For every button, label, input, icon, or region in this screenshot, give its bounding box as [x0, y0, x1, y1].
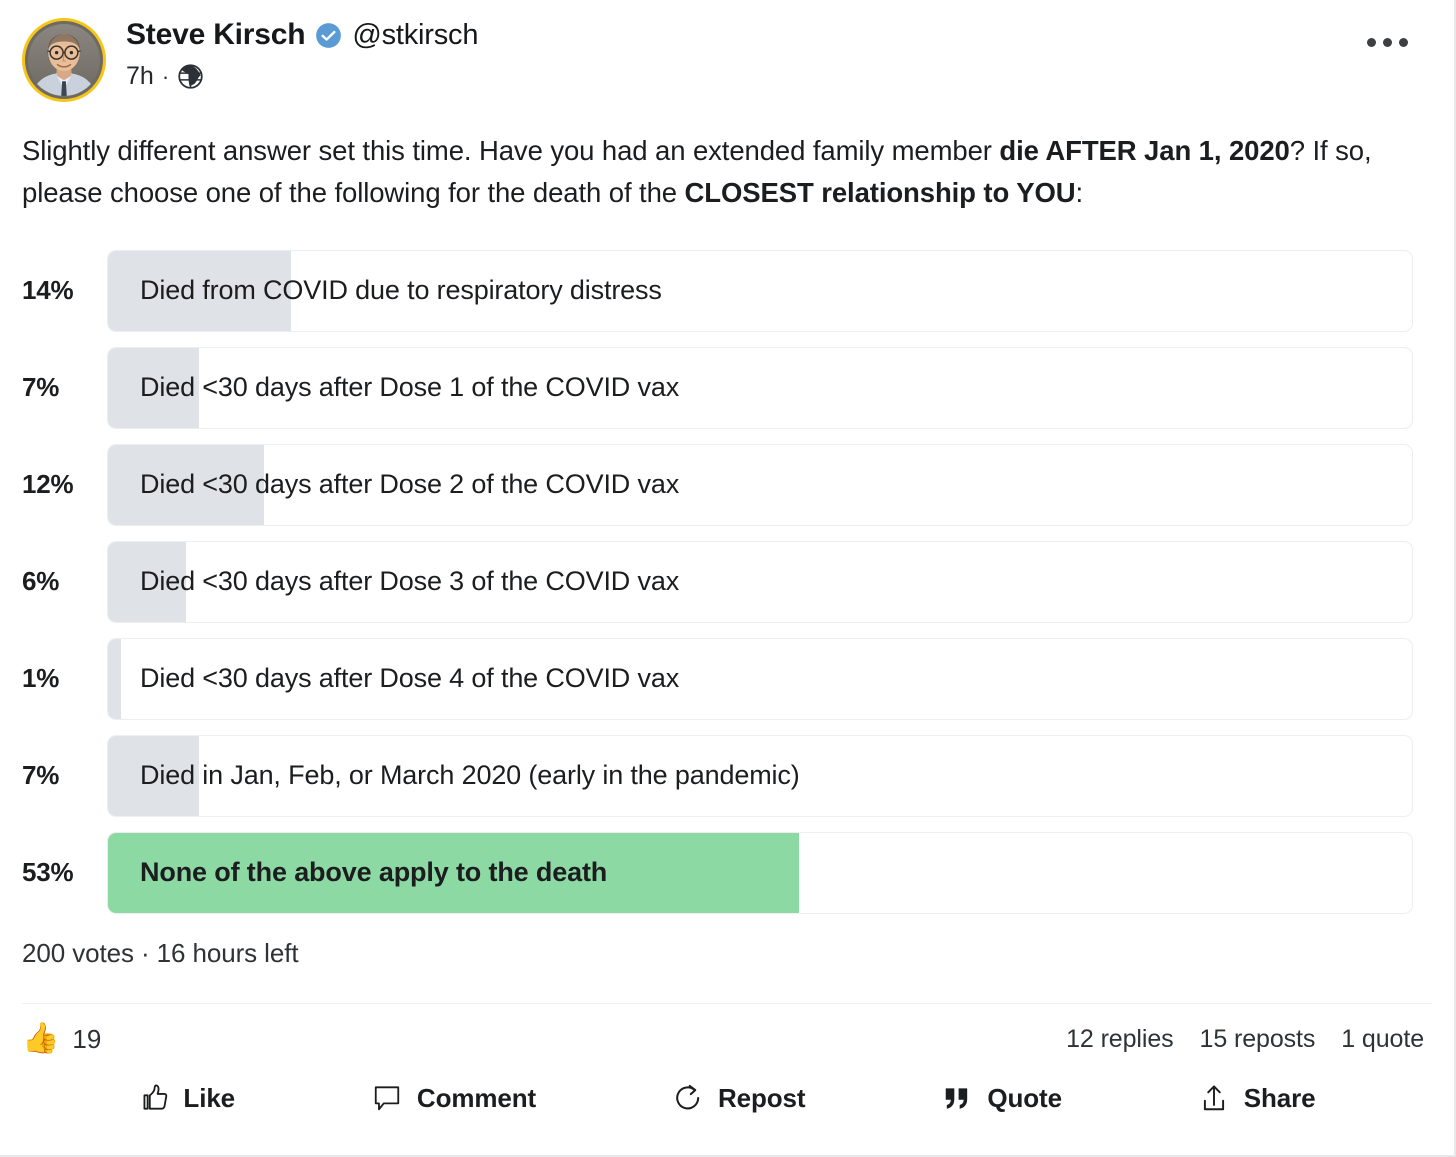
- action-label: Share: [1243, 1082, 1316, 1113]
- avatar-photo: [28, 24, 100, 96]
- replies-count[interactable]: 12 replies: [1066, 1025, 1174, 1054]
- poll-option-row: 12% Died <30 days after Dose 2 of the COV…: [22, 443, 1413, 526]
- action-bar: Like Comment Repost Quote Share: [0, 1055, 1454, 1114]
- poll-option-label: Died <30 days after Dose 3 of the COVID …: [140, 566, 680, 597]
- poll-option-percent: 14%: [22, 275, 74, 306]
- poll-option-row: 7% Died in Jan, Feb, or March 2020 (early…: [22, 734, 1413, 817]
- poll-option-bar[interactable]: Died <30 days after Dose 1 of the COVID …: [107, 346, 1413, 429]
- verified-check-icon: [316, 22, 342, 48]
- action-label: Like: [183, 1082, 236, 1113]
- comment-bubble-icon: [372, 1083, 402, 1113]
- poll-option-label: Died from COVID due to respiratory distr…: [140, 275, 662, 306]
- author-name-row: Steve Kirsch @stkirsch: [126, 20, 478, 50]
- meta-separator: ·: [161, 63, 170, 89]
- author-identity: Steve Kirsch @stkirsch 7h ·: [126, 16, 478, 91]
- post-text-bold: CLOSEST relationship to YOU: [684, 176, 1076, 208]
- avatar[interactable]: [22, 18, 106, 102]
- post-card: Steve Kirsch @stkirsch 7h · Slightly dif…: [0, 0, 1456, 1157]
- poll-meta: 200 votes · 16 hours left: [22, 937, 299, 968]
- post-text-bold: die AFTER Jan 1, 2020: [999, 135, 1290, 166]
- post-text-segment: Slightly different answer set this time.…: [22, 135, 1000, 166]
- poll-option-label: Died <30 days after Dose 4 of the COVID …: [140, 663, 680, 694]
- repost-arrow-icon: [673, 1083, 703, 1113]
- author-handle[interactable]: @stkirsch: [352, 20, 478, 50]
- poll-option-row: 1% Died <30 days after Dose 4 of the COVI…: [22, 637, 1413, 720]
- quotes-count[interactable]: 1 quote: [1341, 1025, 1424, 1054]
- engagement-stats: 12 replies 15 reposts 1 quote: [1066, 1025, 1424, 1054]
- like-button[interactable]: Like: [138, 1083, 235, 1114]
- globe-icon: [178, 64, 203, 89]
- poll-option-bar[interactable]: Died in Jan, Feb, or March 2020 (early i…: [107, 734, 1413, 817]
- poll-option-label: Died <30 days after Dose 2 of the COVID …: [140, 469, 680, 500]
- poll-option-bar[interactable]: Died <30 days after Dose 4 of the COVID …: [107, 637, 1413, 720]
- reaction-count: 19: [72, 1023, 102, 1054]
- poll-option-bar[interactable]: None of the above apply to the death: [107, 831, 1413, 914]
- repost-button[interactable]: Repost: [673, 1083, 806, 1114]
- comment-button[interactable]: Comment: [372, 1083, 536, 1114]
- share-upload-icon: [1199, 1083, 1229, 1113]
- poll-option-row: 53% None of the above apply to the death: [22, 831, 1413, 914]
- poll-option-percent: 53%: [22, 857, 74, 888]
- post-text: Slightly different answer set this time.…: [22, 130, 1432, 214]
- poll-option-percent: 12%: [22, 469, 74, 500]
- more-dot: [1399, 38, 1408, 47]
- poll-option-bar[interactable]: Died <30 days after Dose 3 of the COVID …: [107, 540, 1413, 623]
- thumbs-up-emoji: 👍: [22, 1022, 60, 1056]
- action-label: Quote: [987, 1082, 1062, 1113]
- action-label: Repost: [717, 1082, 806, 1113]
- share-button[interactable]: Share: [1199, 1083, 1316, 1114]
- quote-button[interactable]: Quote: [942, 1083, 1062, 1114]
- poll-option-label: Died in Jan, Feb, or March 2020 (early i…: [140, 760, 800, 791]
- reaction-summary-row: 👍 19 12 replies 15 reposts 1 quote: [0, 1004, 1454, 1055]
- poll-option-bar[interactable]: Died <30 days after Dose 2 of the COVID …: [107, 443, 1413, 526]
- poll-option-percent: 1%: [22, 663, 60, 694]
- reposts-count[interactable]: 15 reposts: [1200, 1025, 1316, 1054]
- quotation-marks-icon: [942, 1083, 972, 1113]
- poll-option-percent: 7%: [22, 760, 60, 791]
- post-header: Steve Kirsch @stkirsch 7h ·: [0, 0, 1454, 102]
- reaction-count-group[interactable]: 👍 19: [22, 1024, 101, 1055]
- post-meta-row: 7h ·: [126, 62, 478, 91]
- more-options-icon[interactable]: [1361, 32, 1414, 53]
- poll-option-row: 14% Died from COVID due to respiratory di…: [22, 249, 1413, 332]
- poll-option-row: 6% Died <30 days after Dose 3 of the COVI…: [22, 540, 1413, 623]
- more-dot: [1383, 38, 1392, 47]
- poll-option-row: 7% Died <30 days after Dose 1 of the COVI…: [22, 346, 1413, 429]
- thumbs-up-icon: [138, 1083, 168, 1113]
- poll-option-percent: 7%: [22, 372, 60, 403]
- poll-option-label: None of the above apply to the death: [140, 857, 608, 888]
- action-label: Comment: [416, 1082, 537, 1113]
- post-text-segment: :: [1075, 176, 1084, 208]
- post-timestamp: 7h: [126, 62, 154, 90]
- poll: 14% Died from COVID due to respiratory di…: [0, 249, 1454, 914]
- poll-option-percent: 6%: [22, 566, 60, 597]
- poll-option-label: Died <30 days after Dose 1 of the COVID …: [140, 372, 680, 403]
- author-display-name[interactable]: Steve Kirsch: [126, 20, 306, 50]
- more-dot: [1367, 38, 1376, 47]
- poll-option-bar[interactable]: Died from COVID due to respiratory distr…: [107, 249, 1413, 332]
